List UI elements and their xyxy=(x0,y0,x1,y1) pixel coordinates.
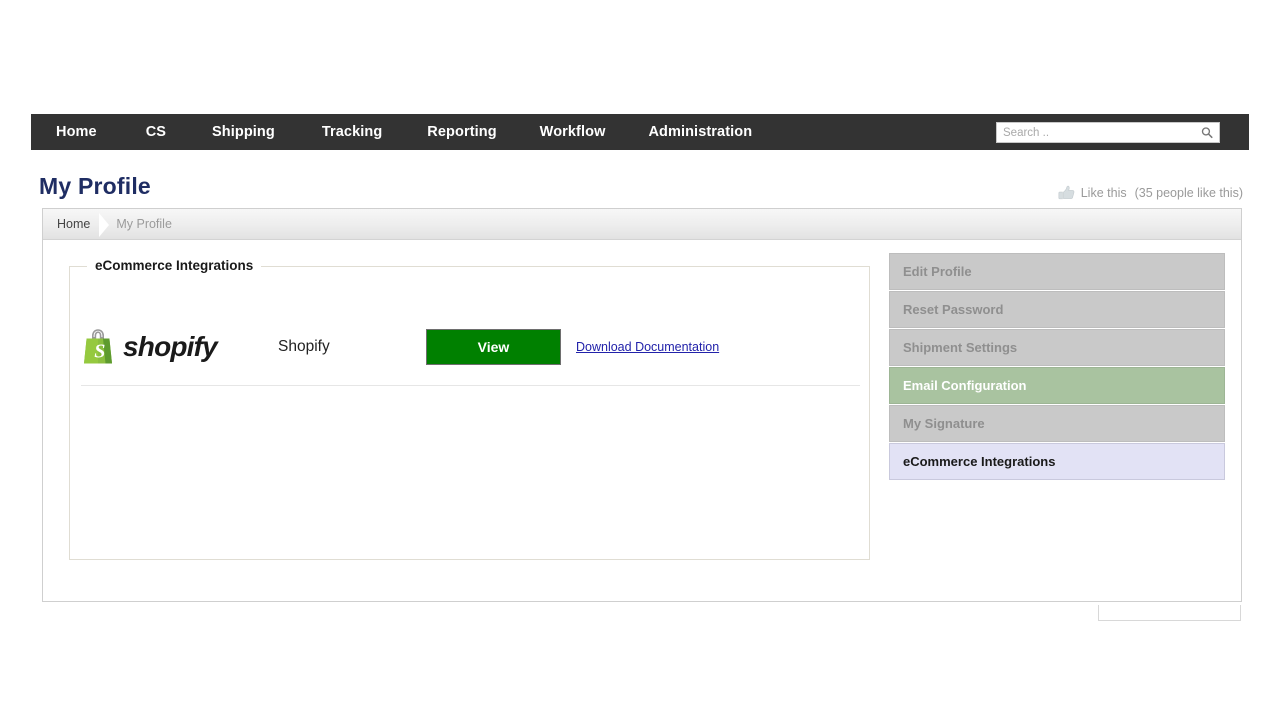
fieldset-legend: eCommerce Integrations xyxy=(87,258,261,273)
svg-text:S: S xyxy=(94,340,105,362)
side-menu-item-edit-profile[interactable]: Edit Profile xyxy=(889,253,1225,290)
side-menu-item-shipment-settings[interactable]: Shipment Settings xyxy=(889,329,1225,366)
nav-item-shipping[interactable]: Shipping xyxy=(212,124,275,140)
view-button[interactable]: View xyxy=(426,329,561,365)
nav-item-administration[interactable]: Administration xyxy=(648,124,752,140)
top-navigation-bar: Home CS Shipping Tracking Reporting Work… xyxy=(31,114,1249,150)
like-widget[interactable]: Like this (35 people like this) xyxy=(1058,186,1243,200)
breadcrumb-item-my-profile: My Profile xyxy=(116,217,172,231)
content-panel: Home My Profile eCommerce Integrations S xyxy=(42,208,1242,602)
shopify-logo-cell: S shopify xyxy=(81,327,278,367)
nav-item-home[interactable]: Home xyxy=(56,124,97,140)
breadcrumb-item-home[interactable]: Home xyxy=(57,217,90,231)
breadcrumb-separator-icon xyxy=(90,209,116,240)
download-documentation-link[interactable]: Download Documentation xyxy=(576,340,719,354)
side-menu-item-reset-password[interactable]: Reset Password xyxy=(889,291,1225,328)
page-title: My Profile xyxy=(39,173,151,200)
nav-item-workflow[interactable]: Workflow xyxy=(540,124,606,140)
app-root: Home CS Shipping Tracking Reporting Work… xyxy=(0,0,1280,720)
integration-name: Shopify xyxy=(278,338,426,356)
integration-row-shopify: S shopify Shopify View Download Document… xyxy=(81,308,860,386)
like-label[interactable]: Like this xyxy=(1081,186,1127,200)
search-button[interactable] xyxy=(1195,123,1219,142)
shopify-wordmark: shopify xyxy=(123,331,217,363)
search-input[interactable] xyxy=(997,123,1195,142)
shopify-logo-icon: S xyxy=(81,327,115,367)
ecommerce-integrations-fieldset: eCommerce Integrations S shopify xyxy=(69,266,870,560)
side-menu-item-my-signature[interactable]: My Signature xyxy=(889,405,1225,442)
side-menu-item-email-configuration[interactable]: Email Configuration xyxy=(889,367,1225,404)
search-box[interactable] xyxy=(996,122,1220,143)
nav-item-list: Home CS Shipping Tracking Reporting Work… xyxy=(31,114,752,150)
nav-item-reporting[interactable]: Reporting xyxy=(427,124,496,140)
profile-side-menu: Edit Profile Reset Password Shipment Set… xyxy=(889,253,1225,481)
search-icon xyxy=(1201,125,1213,140)
nav-item-cs[interactable]: CS xyxy=(146,124,166,140)
side-menu-item-ecommerce-integrations[interactable]: eCommerce Integrations xyxy=(889,443,1225,480)
breadcrumb: Home My Profile xyxy=(43,209,1241,240)
thumbs-up-icon xyxy=(1058,185,1075,199)
nav-item-tracking[interactable]: Tracking xyxy=(322,124,382,140)
like-count: (35 people like this) xyxy=(1135,186,1243,200)
footer-stub xyxy=(1098,605,1241,621)
